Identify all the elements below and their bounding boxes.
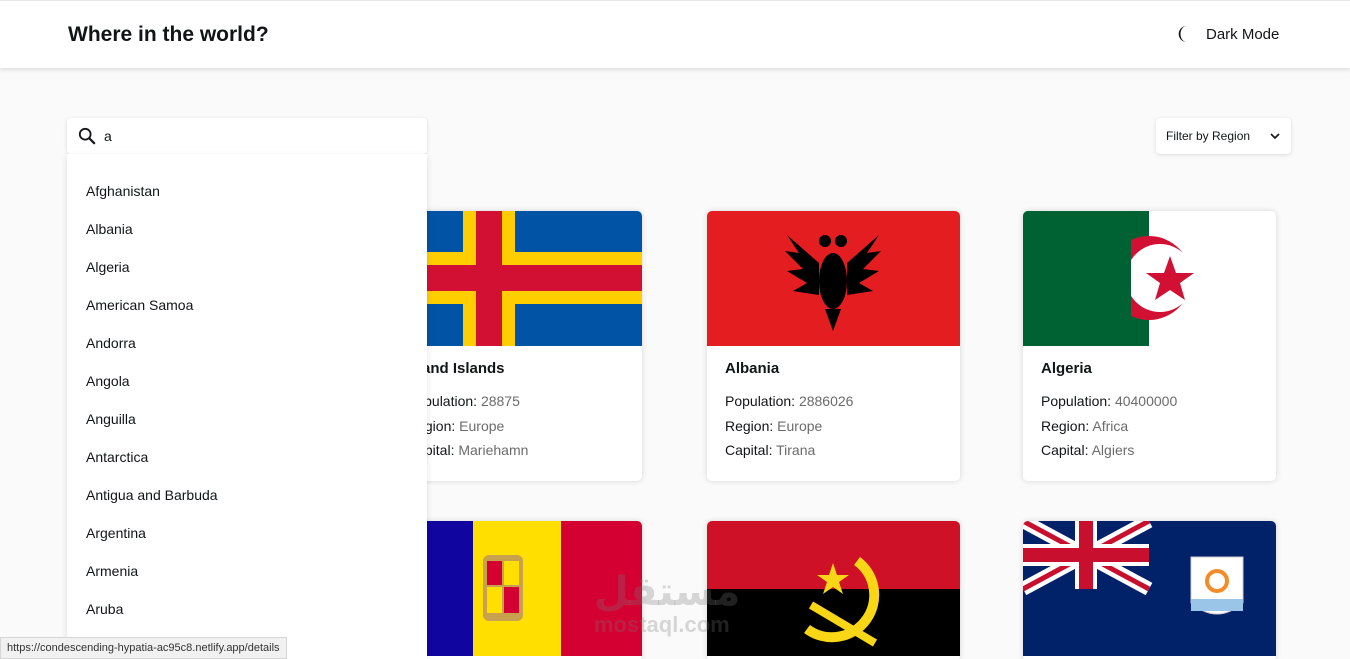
suggestion-item[interactable]: Albania: [67, 210, 427, 248]
suggestion-item[interactable]: Afghanistan: [67, 172, 427, 210]
region-value: Europe: [459, 417, 505, 434]
country-card-albania[interactable]: Albania Population: 2886026 Region: Euro…: [707, 211, 960, 481]
population-value: 2886026: [798, 393, 854, 409]
suggestion-item[interactable]: Antarctica: [67, 438, 427, 476]
app-title: Where in the world?: [68, 23, 269, 46]
search-icon: [78, 127, 96, 145]
capital-label: Capital:: [1041, 442, 1089, 458]
region-filter-label: Filter by Region: [1166, 129, 1251, 143]
suggestion-item[interactable]: Armenia: [67, 552, 427, 590]
dark-mode-label: Dark Mode: [1206, 25, 1280, 43]
dark-mode-toggle[interactable]: Dark Mode: [1176, 25, 1279, 43]
population-label: Population:: [725, 393, 796, 409]
search-suggestions-dropdown: Afghanistan Albania Algeria American Sam…: [67, 154, 427, 659]
anguilla-flag-image: [1023, 521, 1276, 656]
country-name: Åland Islands: [407, 360, 505, 377]
country-name: Albania: [725, 360, 780, 377]
search-box[interactable]: [67, 118, 427, 154]
suggestion-item[interactable]: Aruba: [67, 590, 427, 628]
suggestion-item[interactable]: American Samoa: [67, 286, 427, 324]
search-input[interactable]: [104, 128, 404, 144]
region-value: Europe: [777, 417, 823, 434]
moon-icon: [1178, 25, 1187, 43]
country-card-anguilla[interactable]: [1023, 521, 1276, 659]
algeria-flag-image: [1023, 211, 1276, 346]
status-bar-url: https://condescending-hypatia-ac95c8.net…: [0, 637, 287, 659]
capital-value: Tirana: [776, 442, 816, 458]
suggestion-item[interactable]: Algeria: [67, 248, 427, 286]
capital-value: Mariehamn: [458, 442, 529, 458]
capital-label: Capital:: [725, 442, 773, 458]
region-value: Africa: [1092, 417, 1129, 434]
suggestion-item[interactable]: Andorra: [67, 324, 427, 362]
country-name: Algeria: [1041, 360, 1092, 377]
suggestion-item[interactable]: Antigua and Barbuda: [67, 476, 427, 514]
country-card-algeria[interactable]: Algeria Population: 40400000 Region: Afr…: [1023, 211, 1276, 481]
capital-value: Algiers: [1091, 442, 1135, 458]
population-value: 28875: [480, 393, 520, 409]
region-filter-select[interactable]: Filter by Region: [1156, 118, 1291, 154]
suggestion-item[interactable]: Argentina: [67, 514, 427, 552]
country-card-angola[interactable]: [707, 521, 960, 659]
capital-row: Capital: Algiers: [1041, 438, 1258, 463]
region-label: Region:: [725, 417, 774, 434]
chevron-down-icon: [1270, 133, 1280, 140]
population-row: Population: 28875: [407, 389, 624, 414]
region-row: Region: Africa: [1041, 414, 1258, 439]
capital-row: Capital: Tirana: [725, 438, 942, 463]
capital-row: Capital: Mariehamn: [407, 438, 624, 463]
region-row: Region: Europe: [725, 414, 942, 439]
suggestion-item[interactable]: Anguilla: [67, 400, 427, 438]
population-value: 40400000: [1114, 393, 1178, 409]
population-row: Population: 40400000: [1041, 389, 1258, 414]
region-label: Region:: [1041, 417, 1090, 434]
population-label: Population:: [1041, 393, 1112, 409]
population-row: Population: 2886026: [725, 389, 942, 414]
suggestion-item[interactable]: Angola: [67, 362, 427, 400]
region-row: Region: Europe: [407, 414, 624, 439]
albania-flag-image: [707, 211, 960, 346]
angola-flag-image: [707, 521, 960, 656]
top-bar: Where in the world? Dark Mode: [0, 0, 1350, 68]
